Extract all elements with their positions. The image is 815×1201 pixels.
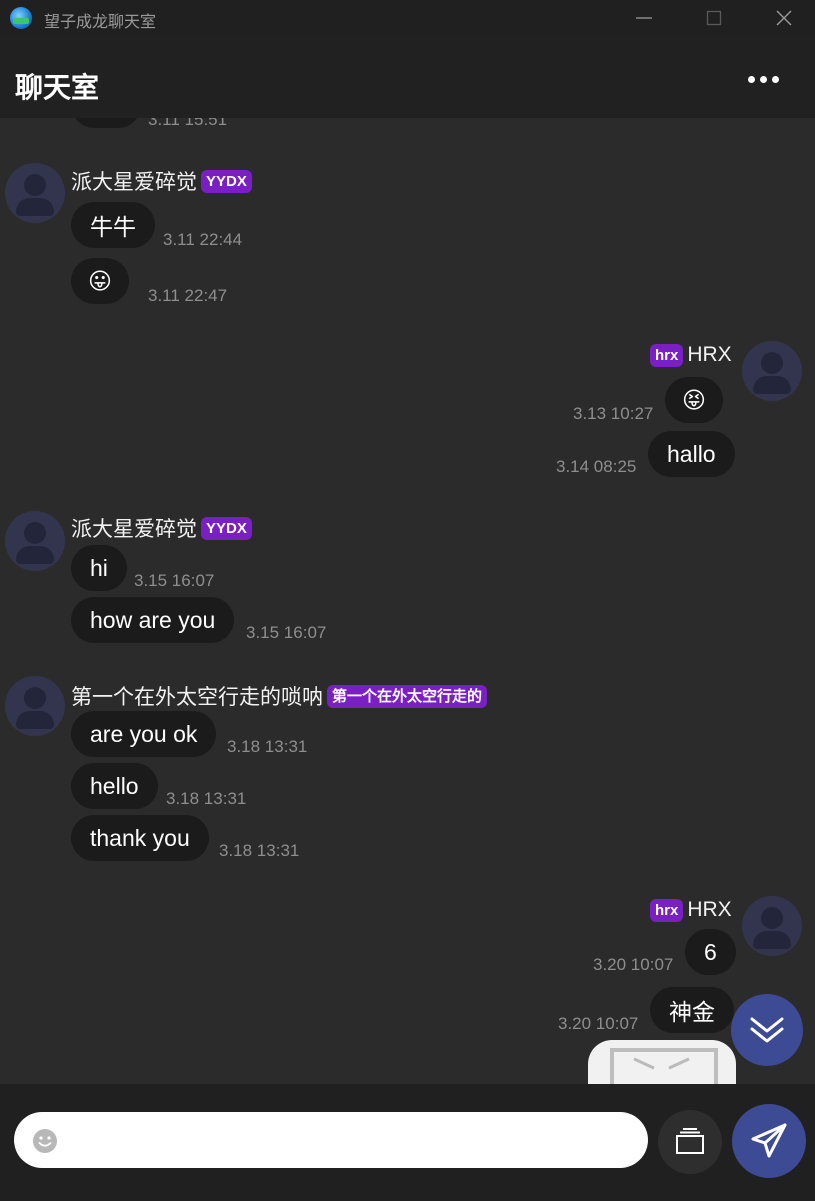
user-badge: hrx: [650, 343, 684, 367]
close-icon: [776, 10, 792, 26]
user-badge: hrx: [650, 898, 684, 922]
emoji-icon[interactable]: [32, 1128, 58, 1154]
message-time: 3.20 10:07: [593, 955, 674, 974]
composer-bar: [0, 1084, 815, 1201]
sticker-image[interactable]: [588, 1040, 736, 1084]
user-avatar-icon[interactable]: [742, 341, 802, 401]
message-bubble[interactable]: 神金: [650, 987, 734, 1033]
message-time: 3.11 22:47: [148, 286, 228, 305]
message-bubble[interactable]: thank you: [71, 815, 209, 861]
scroll-down-button[interactable]: [731, 994, 803, 1066]
attach-file-button[interactable]: [658, 1110, 722, 1174]
minimize-button[interactable]: [616, 0, 672, 36]
maximize-icon: [706, 10, 722, 26]
message-input-wrapper[interactable]: [14, 1112, 648, 1168]
message-bubble[interactable]: hi: [71, 545, 127, 591]
message-bubble[interactable]: 6: [685, 929, 736, 975]
more-button[interactable]: [748, 68, 784, 90]
sender-name-text: HRX: [687, 343, 732, 366]
message-bubble[interactable]: 牛牛: [71, 202, 155, 248]
sender-name: hrx HRX: [650, 898, 732, 922]
message-bubble[interactable]: how are you: [71, 597, 235, 643]
user-badge: YYDX: [201, 169, 252, 193]
minimize-icon: [636, 17, 652, 19]
more-icon: [748, 75, 755, 83]
sender-name: 第一个在外太空行走的唢呐 第一个在外太空行走的: [71, 681, 488, 711]
sender-name-text: HRX: [687, 898, 732, 921]
sender-name: hrx HRX: [650, 343, 732, 367]
message-time: 3.18 13:31: [219, 841, 300, 860]
user-avatar-icon[interactable]: [742, 896, 802, 956]
user-badge: YYDX: [201, 516, 252, 540]
page-title: 聊天室: [15, 72, 100, 103]
message-bubble[interactable]: hello: [71, 763, 158, 809]
emoji-message-bubble[interactable]: 😛: [71, 258, 129, 304]
more-icon-dot: [772, 75, 779, 83]
close-button[interactable]: [756, 0, 812, 36]
message-time: 3.11 22:44: [163, 230, 243, 249]
more-icon-dot: [760, 75, 767, 83]
sender-name-text: 派大星爱碎觉: [71, 518, 197, 541]
window-titlebar: 望子成龙聊天室: [0, 0, 815, 36]
maximize-button[interactable]: [686, 0, 742, 36]
sender-name-text: 派大星爱碎觉: [71, 171, 197, 194]
app-icon: [10, 7, 32, 29]
folder-icon: [676, 1128, 704, 1154]
message-input[interactable]: [74, 1120, 638, 1162]
app-header: 聊天室: [0, 36, 815, 118]
user-avatar-icon[interactable]: [5, 676, 65, 736]
message-time: 3.11 15:51: [148, 118, 228, 129]
scroll-down-icon: [750, 1017, 784, 1043]
message-time: 3.15 16:07: [134, 571, 215, 590]
message-time: 3.13 10:27: [573, 404, 654, 423]
message-time: 3.18 13:31: [227, 737, 308, 756]
send-icon: [751, 1123, 787, 1158]
user-badge: 第一个在外太空行走的: [327, 684, 488, 708]
sender-name-text: 第一个在外太空行走的唢呐: [71, 686, 323, 709]
emoji-message-bubble[interactable]: 😝: [665, 377, 723, 423]
message-time: 3.18 13:31: [166, 789, 247, 808]
message-bubble[interactable]: hallo: [648, 431, 735, 477]
message-time: 3.20 10:07: [558, 1014, 639, 1033]
send-button[interactable]: [732, 1104, 806, 1178]
chat-message-list[interactable]: 3.11 15:51 派大星爱碎觉 YYDX 牛牛 3.11 22:44 😛 3…: [0, 118, 815, 1084]
sender-name: 派大星爱碎觉 YYDX: [71, 513, 252, 543]
message-bubble[interactable]: [71, 118, 141, 128]
user-avatar-icon[interactable]: [5, 163, 65, 223]
window-title: 望子成龙聊天室: [44, 14, 157, 31]
message-time: 3.14 08:25: [556, 457, 637, 476]
message-bubble[interactable]: are you ok: [71, 711, 217, 757]
message-time: 3.15 16:07: [246, 623, 327, 642]
user-avatar-icon[interactable]: [5, 511, 65, 571]
sender-name: 派大星爱碎觉 YYDX: [71, 166, 252, 196]
